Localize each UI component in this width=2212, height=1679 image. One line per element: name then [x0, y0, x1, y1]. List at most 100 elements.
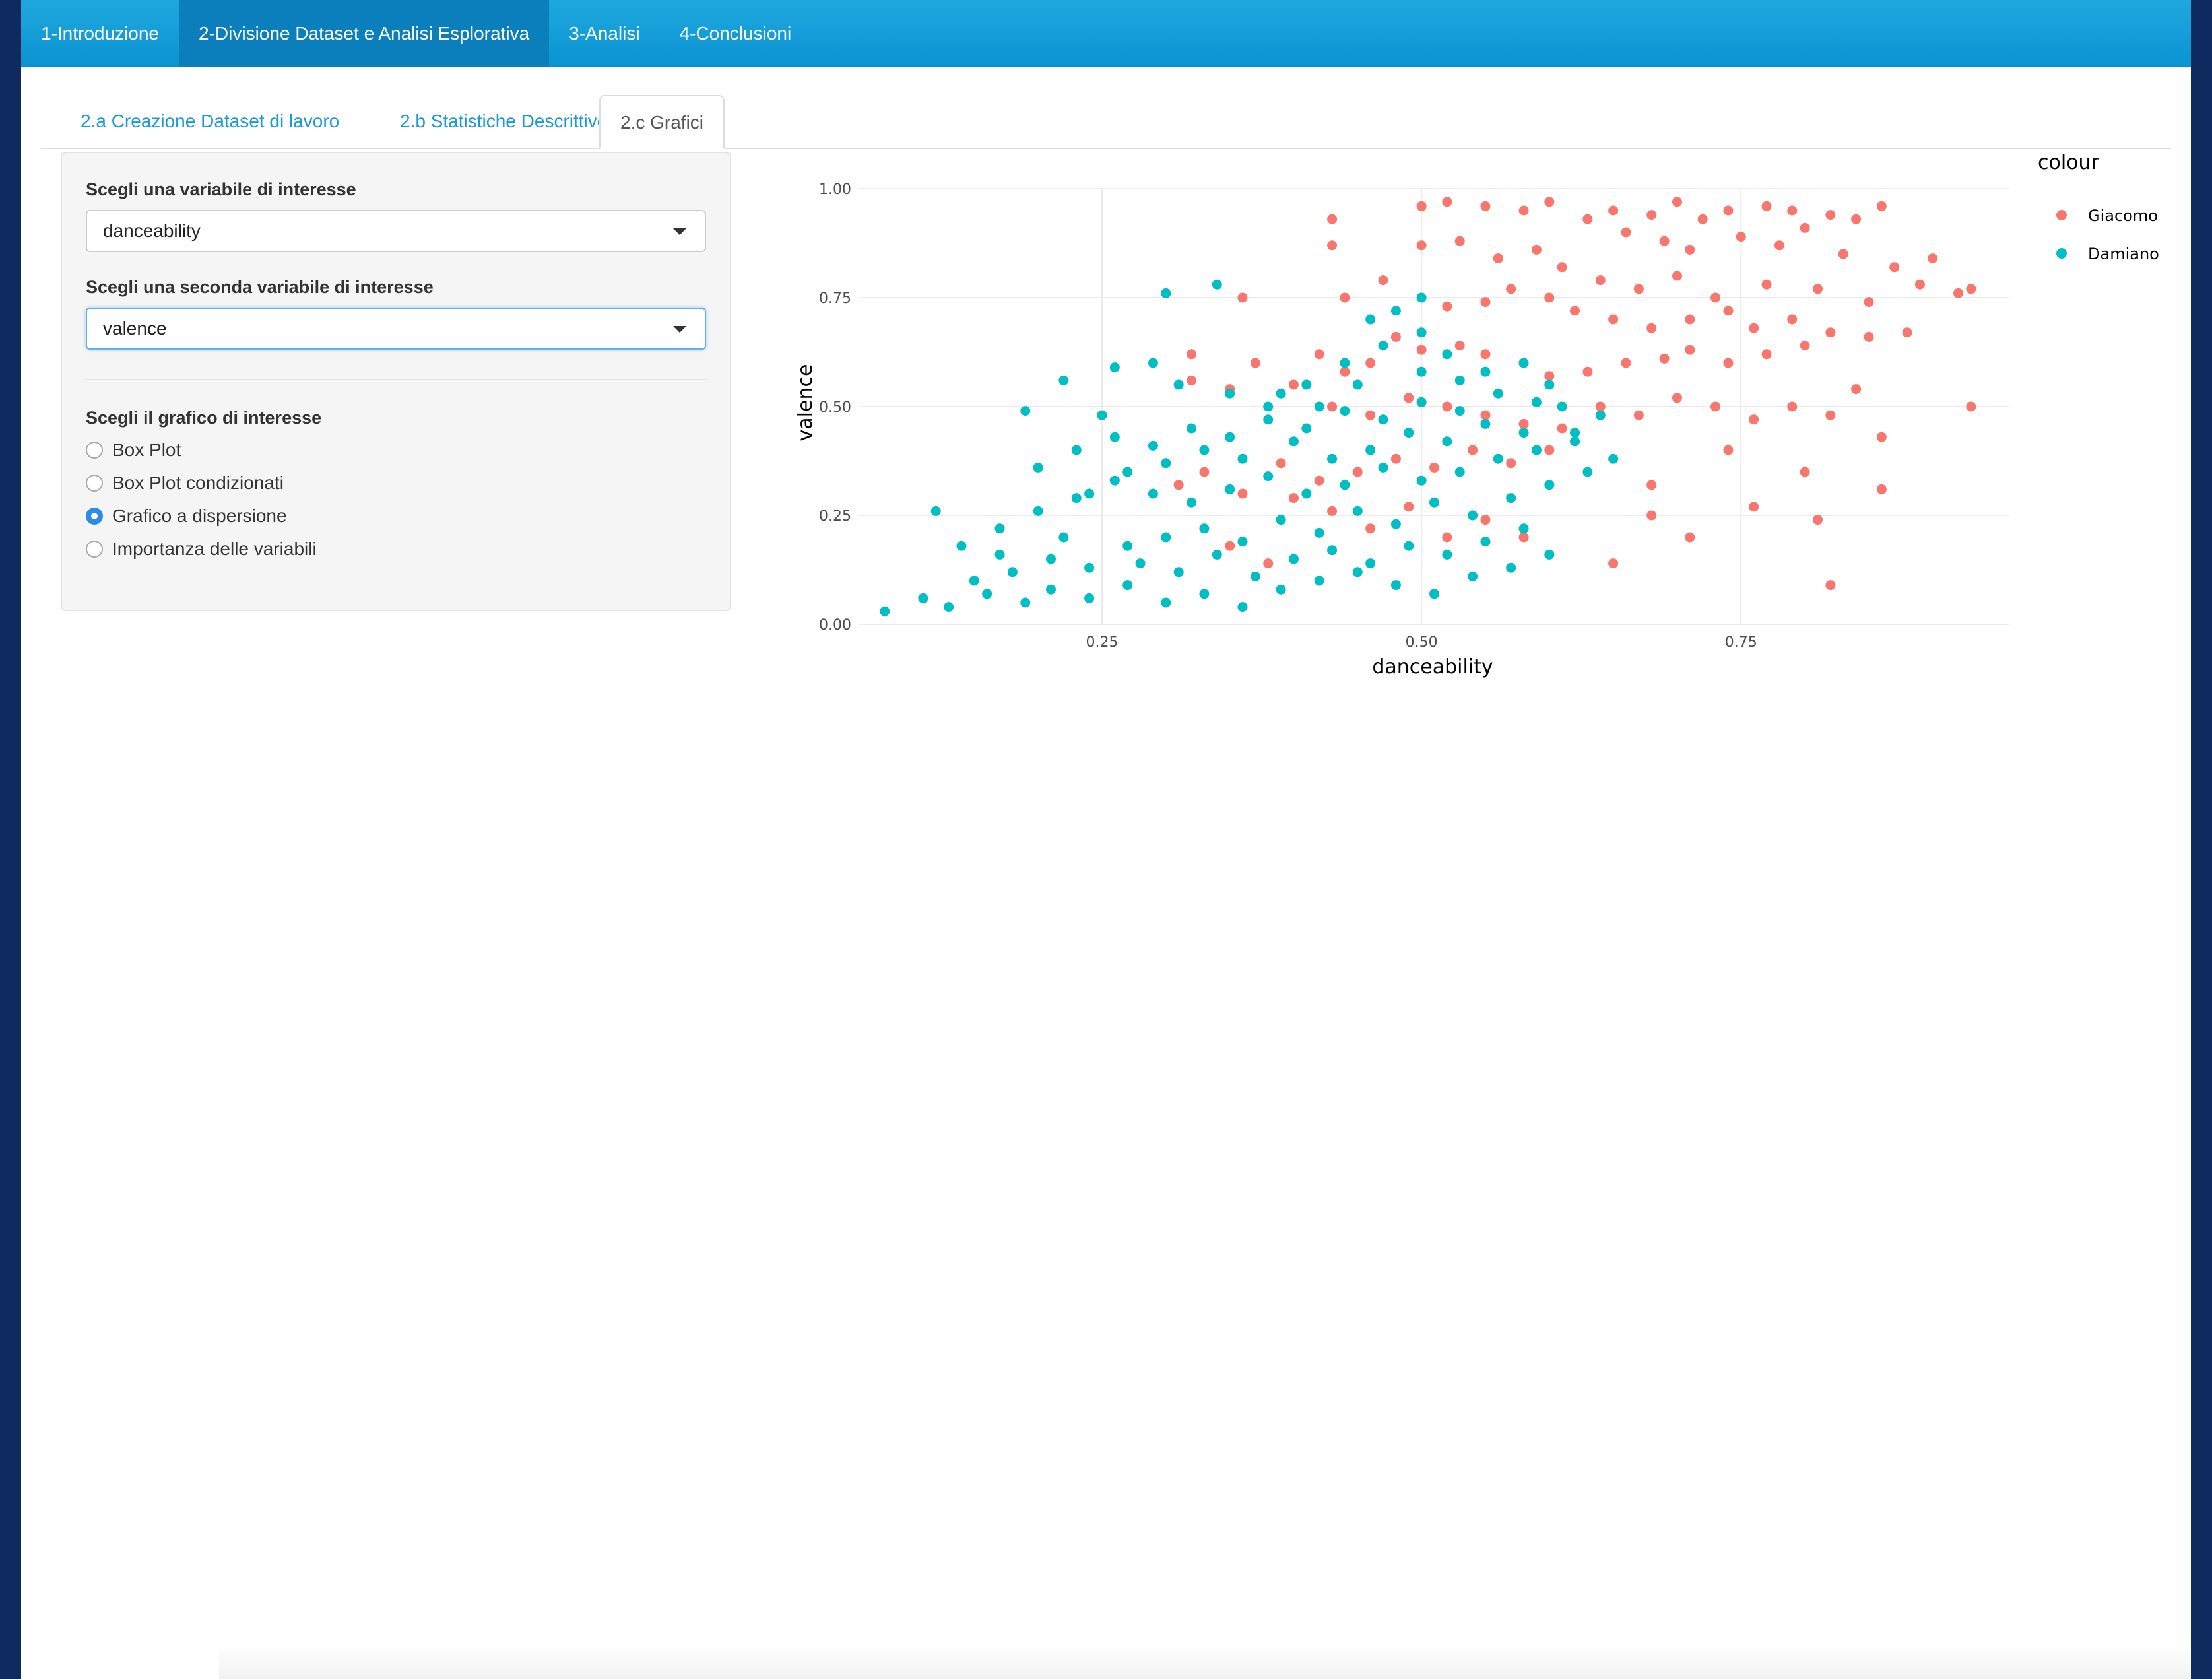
data-point-damiano — [1352, 379, 1363, 390]
y-axis-label: valence — [794, 364, 817, 442]
data-point-damiano — [1454, 467, 1465, 477]
data-point-giacomo — [1480, 515, 1491, 525]
data-point-damiano — [1288, 436, 1299, 447]
chevron-down-icon — [673, 326, 686, 333]
radio-button[interactable] — [86, 442, 103, 459]
data-point-giacomo — [1544, 292, 1555, 303]
data-point-giacomo — [1557, 423, 1567, 434]
data-point-damiano — [1454, 375, 1465, 385]
data-point-damiano — [1582, 467, 1593, 477]
data-point-giacomo — [1506, 458, 1516, 469]
nav-item-divisione-dataset[interactable]: 2-Divisione Dataset e Analisi Esplorativ… — [179, 0, 550, 67]
data-point-giacomo — [1800, 341, 1810, 351]
data-point-giacomo — [1697, 214, 1708, 224]
data-point-giacomo — [1825, 327, 1836, 338]
data-point-damiano — [1390, 519, 1401, 529]
data-point-giacomo — [1621, 227, 1631, 238]
data-point-giacomo — [1442, 301, 1452, 312]
var2-select-value: valence — [103, 318, 167, 339]
data-point-damiano — [1531, 397, 1542, 407]
tab-grafici[interactable]: 2.c Grafici — [599, 95, 725, 149]
data-point-damiano — [994, 523, 1005, 534]
data-point-giacomo — [1659, 236, 1670, 246]
data-point-damiano — [1263, 471, 1274, 482]
data-point-damiano — [1122, 541, 1133, 551]
data-point-giacomo — [1621, 358, 1631, 368]
data-point-giacomo — [1685, 244, 1695, 255]
nav-item-introduzione[interactable]: 1-Introduzione — [21, 0, 179, 67]
legend-label-damiano: Damiano — [2088, 245, 2159, 263]
data-point-damiano — [1173, 379, 1184, 390]
data-point-damiano — [1416, 327, 1427, 338]
data-point-damiano — [1416, 475, 1427, 486]
data-point-damiano — [1161, 458, 1171, 469]
data-point-damiano — [1429, 589, 1439, 599]
data-point-damiano — [1340, 406, 1350, 416]
data-point-damiano — [1468, 571, 1478, 581]
radio-button[interactable] — [86, 541, 103, 558]
data-point-giacomo — [1914, 279, 1925, 290]
data-point-damiano — [1237, 602, 1248, 612]
chart-type-label: Scegli il grafico di interesse — [86, 408, 322, 428]
data-point-giacomo — [1876, 201, 1887, 211]
data-point-damiano — [1378, 462, 1388, 473]
tab-creazione-dataset[interactable]: 2.a Creazione Dataset di lavoro — [61, 95, 359, 148]
data-point-damiano — [1084, 488, 1095, 499]
data-point-giacomo — [1800, 467, 1810, 477]
data-point-giacomo — [1582, 366, 1593, 377]
y-tick-label: 0.00 — [819, 617, 851, 634]
data-point-damiano — [1225, 388, 1235, 399]
data-point-giacomo — [1659, 353, 1670, 364]
data-point-damiano — [1276, 584, 1286, 595]
data-point-damiano — [1327, 545, 1338, 556]
data-point-giacomo — [1851, 214, 1862, 224]
data-point-damiano — [1148, 358, 1158, 368]
var1-select[interactable]: danceability — [86, 210, 706, 252]
data-point-damiano — [1276, 515, 1286, 525]
nav-item-conclusioni[interactable]: 4-Conclusioni — [660, 0, 812, 67]
data-point-giacomo — [1761, 201, 1772, 211]
data-point-damiano — [1288, 554, 1299, 564]
y-tick-label: 0.25 — [819, 508, 851, 525]
data-point-giacomo — [1250, 358, 1260, 368]
data-point-giacomo — [1608, 314, 1619, 325]
data-point-damiano — [918, 593, 928, 603]
data-point-damiano — [1020, 597, 1031, 608]
data-point-giacomo — [1314, 349, 1324, 360]
data-point-damiano — [1263, 414, 1274, 425]
data-point-giacomo — [1710, 292, 1721, 303]
data-point-giacomo — [1672, 393, 1682, 403]
data-point-damiano — [1314, 576, 1324, 586]
data-point-giacomo — [1710, 401, 1721, 412]
radio-button[interactable] — [86, 475, 103, 492]
data-point-giacomo — [1263, 558, 1274, 569]
data-point-giacomo — [1416, 345, 1427, 355]
y-tick-label: 0.75 — [819, 290, 851, 307]
data-point-damiano — [1301, 423, 1312, 434]
data-point-damiano — [1468, 510, 1478, 521]
data-point-giacomo — [1825, 210, 1836, 220]
data-point-damiano — [944, 602, 954, 612]
data-point-damiano — [1378, 414, 1388, 425]
data-point-giacomo — [1595, 401, 1606, 412]
data-point-giacomo — [1608, 558, 1619, 569]
subtab-bar: 2.a Creazione Dataset di lavoro 2.b Stat… — [41, 95, 2171, 149]
radio-label: Importanza delle variabili — [112, 539, 317, 559]
tab-statistiche-descrittive[interactable]: 2.b Statistiche Descrittive — [380, 95, 627, 148]
data-point-giacomo — [1685, 345, 1695, 355]
data-point-giacomo — [1454, 236, 1465, 246]
data-point-giacomo — [1454, 341, 1465, 351]
data-point-giacomo — [1327, 506, 1338, 516]
data-point-damiano — [1365, 314, 1376, 325]
data-point-damiano — [1046, 584, 1056, 595]
app-window: 1-Introduzione 2-Divisione Dataset e Ana… — [21, 0, 2191, 1679]
radio-button-selected[interactable] — [86, 508, 103, 525]
var2-select[interactable]: valence — [86, 308, 706, 350]
data-point-giacomo — [1225, 541, 1235, 551]
data-point-damiano — [1531, 445, 1542, 455]
data-point-giacomo — [1633, 284, 1644, 294]
data-point-giacomo — [1582, 214, 1593, 224]
data-point-damiano — [1518, 358, 1529, 368]
data-point-giacomo — [1723, 358, 1734, 368]
nav-item-analisi[interactable]: 3-Analisi — [549, 0, 659, 67]
